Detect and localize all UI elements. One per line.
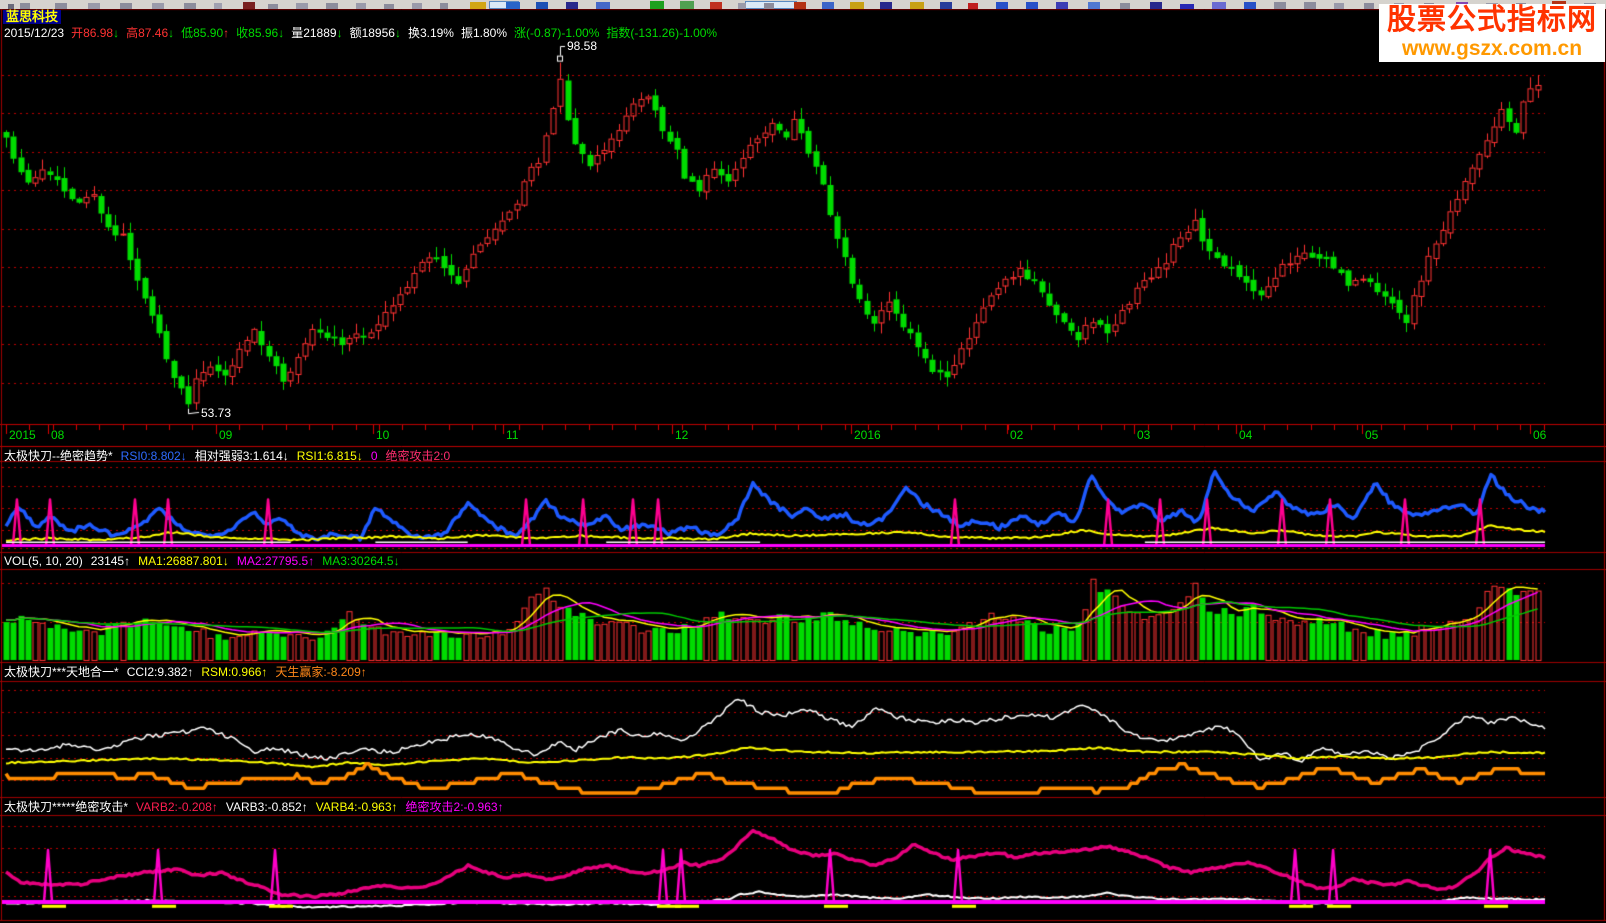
toolbar-icon-fragment[interactable]	[268, 4, 278, 9]
toolbar-icon-fragment[interactable]	[440, 3, 448, 9]
toolbar-icon-fragment[interactable]	[794, 2, 806, 9]
toolbar-icon-fragment[interactable]	[1334, 3, 1344, 9]
x-axis-label: 12	[675, 428, 689, 442]
hdr-trend-title: 太极快刀--绝密趋势*	[4, 449, 113, 463]
x-axis-label: 2016	[854, 428, 881, 442]
x-axis-label: 05	[1365, 428, 1379, 442]
hdr-tiandi-value: CCI2:9.382↑	[126, 665, 194, 679]
hdr-trend-value: RSI1:6.815↓	[296, 449, 363, 463]
toolbar-icon-fragment[interactable]	[596, 2, 610, 9]
toolbar-icon-fragment[interactable]	[356, 3, 366, 9]
x-axis-label: 09	[219, 428, 233, 442]
hdr-attack-value: 绝密攻击2:-0.963↑	[405, 800, 504, 814]
hdr-trend-value: RSI0:8.802↓	[120, 449, 187, 463]
hdr-trend-value: 相对强弱3:1.614↓	[194, 449, 289, 463]
info-value: 涨(-0.87)-1.00%	[514, 26, 600, 40]
hdr-vol-value: MA1:26887.801↓	[138, 554, 229, 568]
panel-header-trend: 太极快刀--绝密趋势* RSI0:8.802↓ 相对强弱3:1.614↓ RSI1:6…	[4, 449, 458, 463]
stock-title: 蓝思科技	[3, 10, 62, 24]
hdr-vol-value: MA2:27795.5↑	[236, 554, 315, 568]
toolbar-icon-fragment[interactable]	[1120, 3, 1130, 9]
toolbar-icon-fragment[interactable]	[470, 2, 486, 9]
toolbar-icon-fragment[interactable]	[738, 3, 746, 9]
x-axis-label: 10	[376, 428, 390, 442]
toolbar-icon-fragment[interactable]	[243, 2, 255, 9]
toolbar[interactable]	[0, 0, 1606, 9]
toolbar-icon-fragment[interactable]	[214, 3, 222, 9]
hdr-tiandi-title: 太极快刀***天地合一*	[4, 665, 119, 679]
toolbar-icon-fragment[interactable]	[996, 2, 1008, 9]
toolbar-icon-fragment[interactable]	[650, 1, 664, 9]
toolbar-icon-fragment[interactable]	[880, 2, 892, 9]
hdr-tiandi-value: 天生赢家:-8.209↑	[275, 665, 367, 679]
hdr-attack-title: 太极快刀*****绝密攻击*	[4, 800, 129, 814]
toolbar-icon-fragment[interactable]	[940, 2, 952, 9]
toolbar-icon-fragment[interactable]	[152, 3, 164, 9]
toolbar-icon-fragment[interactable]	[88, 3, 100, 9]
toolbar-icon-fragment[interactable]	[1180, 4, 1194, 9]
toolbar-icon-fragment[interactable]	[968, 3, 978, 9]
panel-header-vol: VOL(5, 10, 20) 23145↑ MA1:26887.801↓ MA2:27…	[4, 554, 408, 568]
toolbar-icon-fragment[interactable]	[1304, 2, 1316, 9]
watermark: 股票公式指标网 www.gszx.com.cn	[1379, 4, 1605, 62]
panel-header-attack: 太极快刀*****绝密攻击* VARB2:-0.208↑ VARB3:-0.852↑…	[4, 800, 512, 814]
toolbar-icon-fragment[interactable]	[536, 2, 548, 9]
toolbar-icon-fragment[interactable]	[910, 2, 924, 9]
info-value: 2015/12/23	[4, 26, 65, 40]
x-axis-label: 03	[1137, 428, 1151, 442]
toolbar-icon-fragment[interactable]	[1274, 2, 1286, 9]
annotation-low: 53.73	[201, 406, 232, 420]
toolbar-icon-fragment[interactable]	[764, 3, 774, 9]
hdr-vol-value: MA3:30264.5↓	[322, 554, 400, 568]
toolbar-icon-fragment[interactable]	[1056, 2, 1068, 9]
hdr-vol-title: VOL(5, 10, 20)	[4, 554, 83, 568]
toolbar-icon-fragment[interactable]	[1212, 2, 1226, 9]
chart-workspace: 蓝思科技 2015/12/23 开86.98↓ 高87.46↓ 低85.90↑ 收85.…	[0, 0, 1606, 923]
toolbar-icon-fragment[interactable]	[184, 3, 196, 9]
hdr-trend-value: 0	[370, 449, 378, 463]
info-value: 开86.98↓	[71, 26, 120, 40]
info-value: 换3.19%	[407, 26, 454, 40]
toolbar-icon-fragment[interactable]	[822, 2, 834, 9]
x-axis-label: 2015	[9, 428, 36, 442]
toolbar-icon-fragment[interactable]	[1088, 2, 1100, 9]
x-axis-label: 08	[51, 428, 65, 442]
toolbar-icon-fragment[interactable]	[326, 3, 338, 9]
annotation-high: 98.58	[567, 39, 598, 53]
info-value: 量21889↓	[291, 26, 343, 40]
hdr-trend-value: 绝密攻击2:0	[385, 449, 451, 463]
x-axis-label: 11	[506, 428, 519, 442]
toolbar-icon-fragment[interactable]	[680, 1, 694, 9]
hdr-tiandi-value: RSM:0.966↑	[201, 665, 268, 679]
x-axis-label: 04	[1239, 428, 1253, 442]
toolbar-icon-fragment[interactable]	[384, 4, 394, 9]
info-value: 指数(-131.26)-1.00%	[606, 26, 718, 40]
ohlc-info-bar: 2015/12/23 开86.98↓ 高87.46↓ 低85.90↑ 收85.96↓ 量2…	[4, 26, 724, 40]
info-value: 收85.96↓	[236, 26, 285, 40]
info-value: 高87.46↓	[126, 26, 175, 40]
toolbar-icon-fragment[interactable]	[1150, 2, 1162, 9]
toolbar-icon-fragment[interactable]	[1026, 2, 1038, 9]
hdr-vol-value: 23145↑	[90, 554, 131, 568]
watermark-site-name: 股票公式指标网	[1386, 4, 1597, 36]
info-value: 振1.80%	[460, 26, 507, 40]
info-value: 低85.90↑	[181, 26, 230, 40]
toolbar-icon-fragment[interactable]	[850, 2, 864, 9]
hdr-attack-value: VARB2:-0.208↑	[136, 800, 218, 814]
toolbar-icon-fragment[interactable]	[710, 2, 722, 9]
hdr-attack-value: VARB3:-0.852↑	[225, 800, 308, 814]
x-axis-label: 06	[1533, 428, 1547, 442]
toolbar-icon-fragment[interactable]	[296, 3, 308, 9]
toolbar-icon-fragment[interactable]	[1244, 2, 1256, 9]
toolbar-icon-fragment[interactable]	[120, 3, 132, 9]
toolbar-icon-fragment[interactable]	[412, 3, 422, 9]
panel-header-tiandi: 太极快刀***天地合一* CCI2:9.382↑ RSM:0.966↑ 天生赢家:-8…	[4, 665, 375, 679]
toolbar-icon-fragment[interactable]	[566, 2, 578, 9]
toolbar-icon-fragment[interactable]	[1364, 3, 1374, 9]
x-axis-label: 02	[1010, 428, 1024, 442]
toolbar-icon-fragment[interactable]	[506, 2, 520, 9]
watermark-site-url: www.gszx.com.cn	[1401, 37, 1583, 60]
hdr-attack-value: VARB4:-0.963↑	[315, 800, 398, 814]
info-value: 额18956↓	[349, 26, 401, 40]
